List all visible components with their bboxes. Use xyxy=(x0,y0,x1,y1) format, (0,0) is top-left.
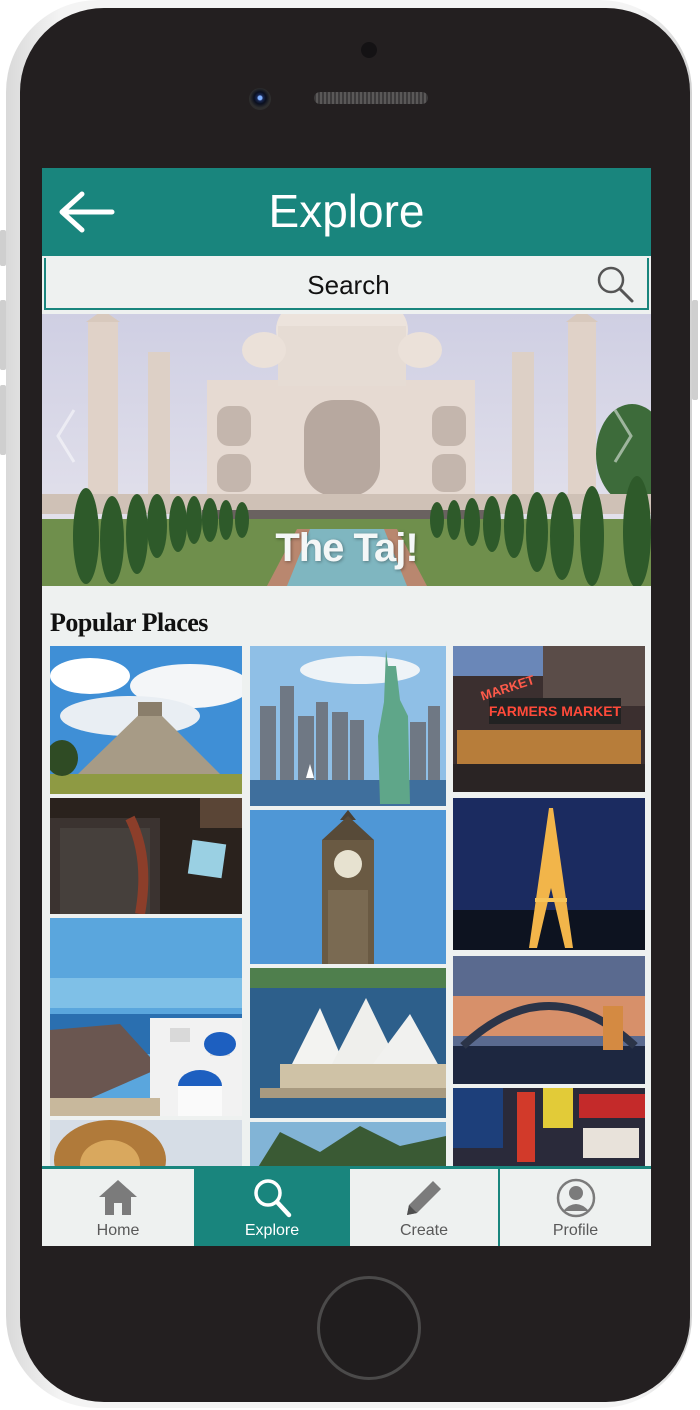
chevron-right-icon[interactable] xyxy=(611,406,635,466)
tab-explore[interactable]: Explore xyxy=(196,1169,348,1246)
volume-up-button xyxy=(0,300,6,370)
mute-switch xyxy=(0,230,6,266)
earpiece-speaker xyxy=(314,92,428,104)
tab-home-label: Home xyxy=(96,1222,140,1239)
user-icon xyxy=(556,1178,595,1218)
photo-harbour-bridge[interactable] xyxy=(453,956,645,1084)
photo-eiffel-tower[interactable] xyxy=(453,798,645,950)
hero-carousel[interactable]: The Taj! xyxy=(42,314,651,586)
bottom-tab-bar: Home Explore Create Profile xyxy=(42,1166,651,1246)
section-title: Popular Places xyxy=(50,608,208,637)
home-icon xyxy=(99,1180,137,1215)
search-icon[interactable] xyxy=(595,264,635,304)
photo-lion[interactable] xyxy=(50,1120,242,1168)
chevron-left-icon[interactable] xyxy=(54,406,78,466)
tab-profile-label: Profile xyxy=(552,1222,599,1239)
tab-create-label: Create xyxy=(399,1222,449,1239)
photo-city-signs[interactable] xyxy=(453,1088,645,1168)
hero-caption: The Taj! xyxy=(275,526,418,570)
tab-profile[interactable]: Profile xyxy=(500,1169,651,1246)
proximity-sensor xyxy=(361,42,377,58)
photo-big-ben[interactable] xyxy=(250,810,446,964)
home-hardware-button[interactable] xyxy=(317,1276,421,1380)
pencil-icon xyxy=(407,1181,441,1215)
search-input[interactable]: Search xyxy=(44,258,649,310)
search-icon xyxy=(254,1179,292,1218)
photo-statue-of-liberty[interactable] xyxy=(250,646,446,806)
page-title: Explore xyxy=(268,185,425,237)
photo-aquarium[interactable] xyxy=(50,798,242,914)
popular-places-grid: FARMERS MARKET MARKET xyxy=(42,646,651,1168)
front-camera-icon xyxy=(249,88,271,110)
tab-explore-label: Explore xyxy=(244,1222,300,1239)
photo-sydney-opera-house[interactable] xyxy=(250,968,446,1118)
app-header: Explore xyxy=(42,168,651,256)
market-banner-text: FARMERS MARKET xyxy=(489,703,622,719)
power-button xyxy=(692,300,698,400)
back-arrow-icon[interactable] xyxy=(56,190,116,234)
app-screen: Explore Search The Taj! Popular Places F… xyxy=(42,168,651,1246)
photo-santorini[interactable] xyxy=(50,918,242,1116)
photo-islands[interactable] xyxy=(250,1122,446,1168)
volume-down-button xyxy=(0,385,6,455)
tab-create[interactable]: Create xyxy=(350,1169,498,1246)
photo-farmers-market[interactable]: FARMERS MARKET MARKET xyxy=(453,646,645,792)
tab-home[interactable]: Home xyxy=(42,1169,194,1246)
photo-pyramid[interactable] xyxy=(50,646,242,794)
search-placeholder: Search xyxy=(307,270,390,300)
